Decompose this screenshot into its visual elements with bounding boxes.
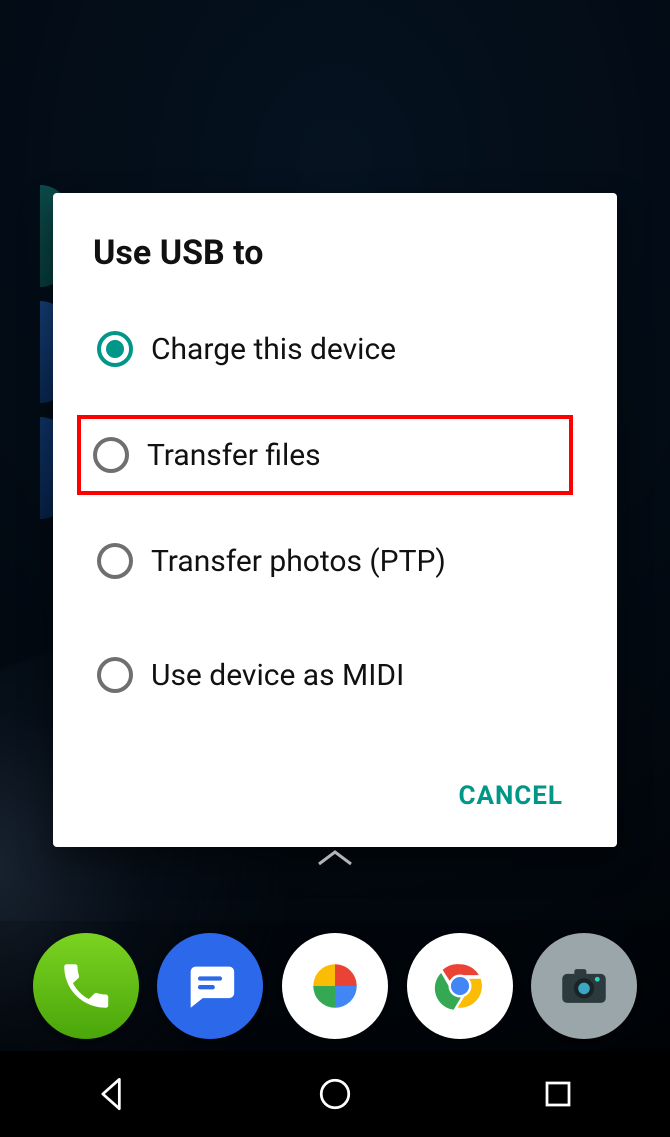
app-dock [0, 921, 670, 1051]
option-label: Use device as MIDI [151, 658, 404, 693]
option-label: Transfer files [147, 438, 321, 473]
radio-icon [93, 437, 129, 473]
usb-option-transfer-files[interactable]: Transfer files [77, 415, 573, 495]
usb-option-midi[interactable]: Use device as MIDI [93, 627, 577, 723]
dialog-actions: CANCEL [93, 769, 577, 823]
usb-mode-dialog: Use USB to Charge this device Transfer f… [53, 193, 617, 847]
radio-icon [97, 657, 133, 693]
dialog-title: Use USB to [93, 233, 577, 273]
camera-app-icon[interactable] [531, 933, 637, 1039]
option-label: Transfer photos (PTP) [151, 544, 446, 579]
usb-option-transfer-photos[interactable]: Transfer photos (PTP) [93, 513, 577, 609]
phone-app-icon[interactable] [33, 933, 139, 1039]
radio-icon [97, 543, 133, 579]
messages-app-icon[interactable] [157, 933, 263, 1039]
usb-option-charge[interactable]: Charge this device [93, 301, 577, 397]
chevron-up-icon[interactable] [315, 848, 355, 868]
system-navigation-bar [0, 1051, 670, 1137]
cancel-button[interactable]: CANCEL [444, 769, 577, 823]
android-home-screen: Use USB to Charge this device Transfer f… [0, 0, 670, 1137]
radio-icon [97, 331, 133, 367]
back-button[interactable] [57, 1064, 167, 1124]
chrome-app-icon[interactable] [407, 933, 513, 1039]
recents-button[interactable] [503, 1064, 613, 1124]
home-button[interactable] [280, 1064, 390, 1124]
photos-app-icon[interactable] [282, 933, 388, 1039]
option-label: Charge this device [151, 332, 396, 367]
